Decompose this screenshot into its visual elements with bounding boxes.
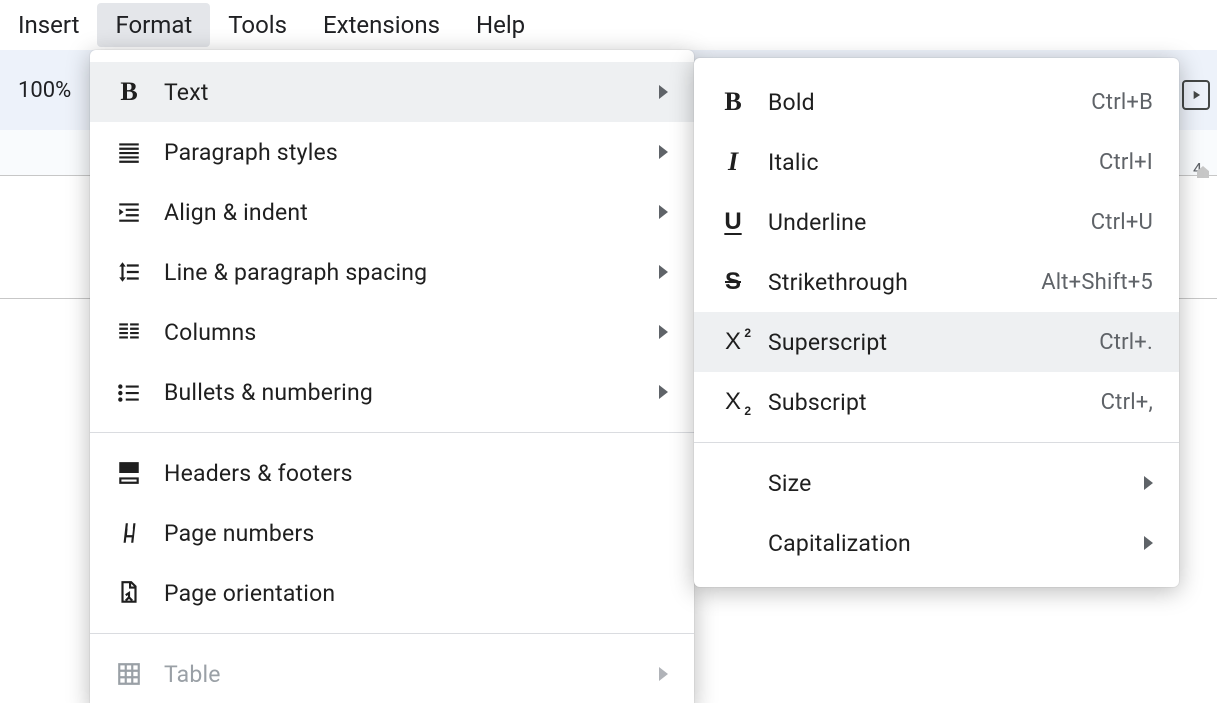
menu-item-label: Page orientation <box>164 580 668 607</box>
menu-item-align-indent[interactable]: Align & indent <box>90 182 694 242</box>
menu-item-label: Line & paragraph spacing <box>164 259 659 286</box>
superscript-icon: X <box>718 327 748 357</box>
headers-footers-icon <box>114 458 144 488</box>
format-menu: B Text Paragraph styles Align & indent L… <box>90 50 694 703</box>
menu-item-label: Paragraph styles <box>164 139 659 166</box>
ruler-indent-marker[interactable] <box>1197 165 1209 179</box>
chevron-right-icon <box>659 85 668 99</box>
menu-item-label: Text <box>164 79 659 106</box>
submenu-item-italic[interactable]: I Italic Ctrl+I <box>694 132 1179 192</box>
menu-extensions[interactable]: Extensions <box>305 3 458 47</box>
menu-item-label: Subscript <box>768 389 1081 416</box>
chevron-right-icon <box>1144 476 1153 490</box>
columns-icon <box>114 317 144 347</box>
chevron-right-icon <box>659 205 668 219</box>
menu-item-paragraph-styles[interactable]: Paragraph styles <box>90 122 694 182</box>
menu-item-label: Size <box>768 470 1144 497</box>
menu-insert[interactable]: Insert <box>0 3 97 47</box>
chevron-right-icon <box>659 385 668 399</box>
menu-item-page-orientation[interactable]: Page orientation <box>90 563 694 623</box>
zoom-dropdown[interactable]: 100% <box>18 78 89 103</box>
shortcut-label: Ctrl+, <box>1101 390 1153 415</box>
menu-item-line-spacing[interactable]: Line & paragraph spacing <box>90 242 694 302</box>
menu-item-table: Table <box>90 644 694 703</box>
chevron-right-icon <box>659 667 668 681</box>
submenu-item-subscript[interactable]: X Subscript Ctrl+, <box>694 372 1179 432</box>
menu-item-page-numbers[interactable]: Page numbers <box>90 503 694 563</box>
menu-item-label: Page numbers <box>164 520 668 547</box>
line-spacing-icon <box>114 257 144 287</box>
submenu-item-superscript[interactable]: X Superscript Ctrl+. <box>694 312 1179 372</box>
menu-divider <box>694 442 1179 443</box>
chevron-right-icon <box>659 265 668 279</box>
menu-item-text[interactable]: B Text <box>90 62 694 122</box>
menu-help[interactable]: Help <box>458 3 543 47</box>
text-submenu: B Bold Ctrl+B I Italic Ctrl+I U Underlin… <box>694 58 1179 587</box>
menu-item-headers-footers[interactable]: Headers & footers <box>90 443 694 503</box>
shortcut-label: Ctrl+I <box>1099 150 1153 175</box>
app-root: Insert Format Tools Extensions Help 100%… <box>0 0 1217 703</box>
chevron-right-icon <box>1144 536 1153 550</box>
submenu-item-strikethrough[interactable]: S Strikethrough Alt+Shift+5 <box>694 252 1179 312</box>
strikethrough-icon: S <box>718 267 748 297</box>
shortcut-label: Ctrl+. <box>1099 330 1153 355</box>
paragraph-styles-icon <box>114 137 144 167</box>
mode-switch-icon[interactable] <box>1182 80 1210 110</box>
submenu-item-capitalization[interactable]: Capitalization <box>694 513 1179 573</box>
submenu-item-size[interactable]: Size <box>694 453 1179 513</box>
menu-item-label: Capitalization <box>768 530 1144 557</box>
menu-item-label: Columns <box>164 319 659 346</box>
menu-item-label: Align & indent <box>164 199 659 226</box>
menu-tools[interactable]: Tools <box>210 3 305 47</box>
menu-item-label: Bold <box>768 89 1071 116</box>
page-orientation-icon <box>114 578 144 608</box>
subscript-icon: X <box>718 387 748 417</box>
page-numbers-icon <box>114 518 144 548</box>
shortcut-label: Ctrl+B <box>1091 90 1153 115</box>
table-icon <box>114 659 144 689</box>
menubar: Insert Format Tools Extensions Help <box>0 0 1217 50</box>
submenu-item-bold[interactable]: B Bold Ctrl+B <box>694 72 1179 132</box>
menu-item-label: Strikethrough <box>768 269 1021 296</box>
italic-icon: I <box>718 147 748 177</box>
bold-icon: B <box>114 77 144 107</box>
menu-item-label: Bullets & numbering <box>164 379 659 406</box>
submenu-item-underline[interactable]: U Underline Ctrl+U <box>694 192 1179 252</box>
bullets-icon <box>114 377 144 407</box>
menu-item-label: Table <box>164 661 659 688</box>
menu-item-label: Italic <box>768 149 1079 176</box>
menu-item-label: Superscript <box>768 329 1079 356</box>
bold-icon: B <box>718 87 748 117</box>
menu-item-columns[interactable]: Columns <box>90 302 694 362</box>
underline-icon: U <box>718 207 748 237</box>
shortcut-label: Alt+Shift+5 <box>1041 270 1153 295</box>
menu-divider <box>90 633 694 634</box>
shortcut-label: Ctrl+U <box>1091 210 1153 235</box>
chevron-right-icon <box>659 145 668 159</box>
menu-divider <box>90 432 694 433</box>
menu-item-label: Headers & footers <box>164 460 668 487</box>
menu-item-bullets-numbering[interactable]: Bullets & numbering <box>90 362 694 422</box>
menu-format[interactable]: Format <box>97 3 210 47</box>
menu-item-label: Underline <box>768 209 1071 236</box>
align-indent-icon <box>114 197 144 227</box>
chevron-right-icon <box>659 325 668 339</box>
